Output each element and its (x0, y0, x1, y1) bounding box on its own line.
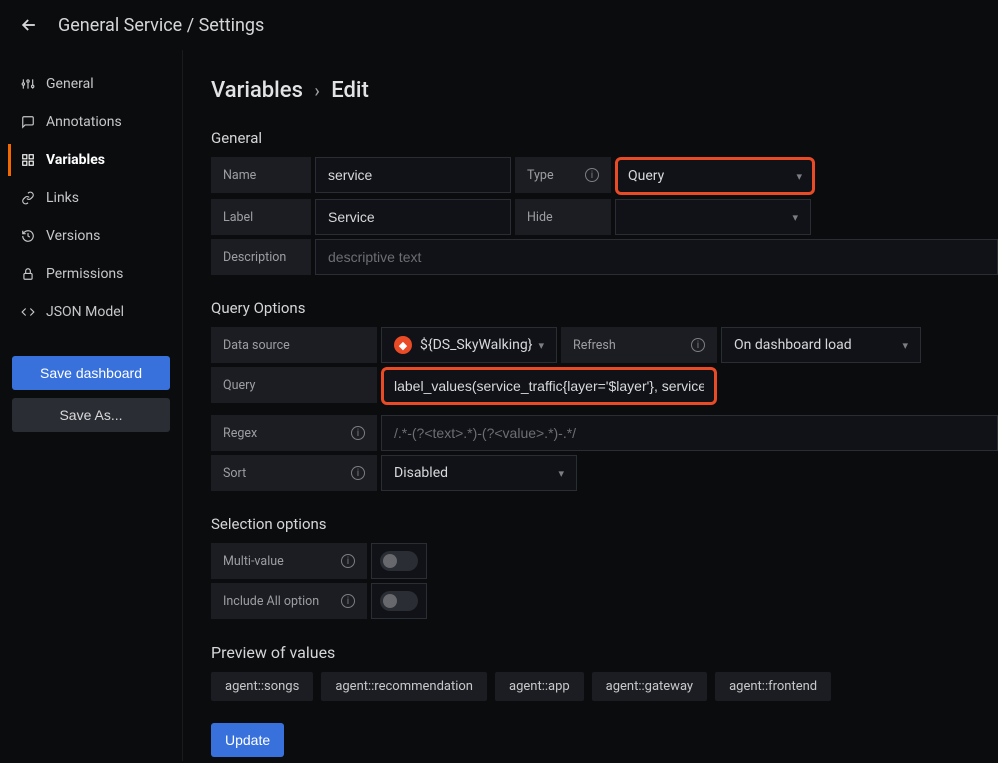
label-label: Label (211, 199, 311, 235)
section-selection-options: Selection options (211, 515, 998, 533)
chevron-down-icon: ▾ (558, 467, 564, 480)
sidebar-item-links[interactable]: Links (8, 182, 174, 214)
info-icon[interactable]: i (691, 338, 705, 352)
sidebar-item-json-model[interactable]: JSON Model (8, 296, 174, 328)
description-input[interactable] (328, 249, 985, 265)
data-source-value: ${DS_SkyWalking} (420, 337, 533, 353)
chevron-down-icon: ▾ (792, 211, 798, 224)
multi-value-toggle-wrap (371, 543, 427, 579)
preview-chips: agent::songs agent::recommendation agent::… (211, 672, 998, 701)
update-button[interactable]: Update (211, 723, 284, 757)
sidebar-item-label: General (46, 76, 94, 92)
save-dashboard-button[interactable]: Save dashboard (12, 356, 170, 390)
back-arrow-icon[interactable] (18, 14, 40, 36)
history-icon (20, 228, 36, 244)
sidebar-item-versions[interactable]: Versions (8, 220, 174, 252)
preview-chip: agent::gateway (592, 672, 707, 701)
sliders-icon (20, 76, 36, 92)
include-all-toggle-wrap (371, 583, 427, 619)
preview-chip: agent::app (495, 672, 584, 701)
sidebar-item-label: Links (46, 190, 79, 206)
hide-label: Hide (515, 199, 611, 235)
multi-value-label: Multi-value i (211, 543, 367, 579)
page-title: Variables › Edit (211, 78, 998, 103)
name-input[interactable] (328, 167, 498, 183)
sidebar-item-permissions[interactable]: Permissions (8, 258, 174, 290)
hide-select[interactable]: ▾ (615, 199, 811, 235)
query-input-wrap (381, 367, 717, 405)
comment-icon (20, 114, 36, 130)
sort-value: Disabled (394, 465, 448, 481)
include-all-label: Include All option i (211, 583, 367, 619)
sort-label: Sort i (211, 455, 377, 491)
preview-chip: agent::songs (211, 672, 313, 701)
query-input[interactable] (394, 378, 704, 394)
section-general: General (211, 129, 998, 147)
name-label: Name (211, 157, 311, 193)
include-all-label-text: Include All option (223, 594, 319, 609)
name-input-wrap (315, 157, 511, 193)
sidebar-item-label: Annotations (46, 114, 122, 130)
multi-value-toggle[interactable] (380, 551, 418, 571)
breadcrumb: General Service / Settings (58, 15, 264, 36)
preview-chip: agent::recommendation (321, 672, 487, 701)
sort-select[interactable]: Disabled ▾ (381, 455, 577, 491)
label-input[interactable] (328, 209, 498, 225)
link-icon (20, 190, 36, 206)
sidebar-item-variables[interactable]: Variables (8, 144, 174, 176)
include-all-toggle[interactable] (380, 591, 418, 611)
sidebar-item-general[interactable]: General (8, 68, 174, 100)
info-icon[interactable]: i (341, 594, 355, 608)
chevron-down-icon: ▾ (796, 170, 802, 183)
refresh-label: Refresh i (561, 327, 717, 363)
info-icon[interactable]: i (351, 466, 365, 480)
section-preview: Preview of values (211, 643, 998, 662)
sidebar-item-label: JSON Model (46, 304, 124, 320)
chevron-down-icon: ▾ (538, 339, 544, 352)
info-icon[interactable]: i (351, 426, 365, 440)
info-icon[interactable]: i (585, 168, 599, 182)
chevron-down-icon: ▾ (902, 339, 908, 352)
main-content: Variables › Edit General Name Type i Que… (183, 50, 998, 761)
datasource-icon: ◆ (394, 336, 412, 354)
multi-value-label-text: Multi-value (223, 554, 284, 569)
sidebar-item-label: Variables (46, 152, 105, 168)
refresh-value: On dashboard load (734, 337, 852, 353)
regex-input-wrap (381, 415, 998, 451)
regex-label: Regex i (211, 415, 377, 451)
sidebar-item-label: Permissions (46, 266, 123, 282)
section-query-options: Query Options (211, 299, 998, 317)
type-label-text: Type (527, 168, 554, 183)
label-input-wrap (315, 199, 511, 235)
type-value: Query (628, 168, 664, 184)
grid-icon (20, 152, 36, 168)
sidebar-item-annotations[interactable]: Annotations (8, 106, 174, 138)
sort-label-text: Sort (223, 466, 246, 481)
refresh-label-text: Refresh (573, 338, 616, 353)
info-icon[interactable]: i (341, 554, 355, 568)
page-title-main: Variables (211, 78, 303, 103)
data-source-select[interactable]: ◆ ${DS_SkyWalking} ▾ (381, 327, 557, 363)
type-select[interactable]: Query ▾ (615, 157, 815, 195)
lock-icon (20, 266, 36, 282)
page-title-sub: Edit (331, 78, 369, 103)
type-label: Type i (515, 157, 611, 193)
regex-input[interactable] (394, 425, 985, 441)
regex-label-text: Regex (223, 426, 257, 441)
code-icon (20, 304, 36, 320)
data-source-label: Data source (211, 327, 377, 363)
settings-sidebar: General Annotations Variables Links Vers… (0, 50, 183, 761)
refresh-select[interactable]: On dashboard load ▾ (721, 327, 921, 363)
sidebar-item-label: Versions (46, 228, 100, 244)
page-title-sep: › (314, 81, 319, 102)
preview-chip: agent::frontend (715, 672, 831, 701)
save-as-button[interactable]: Save As... (12, 398, 170, 432)
description-label: Description (211, 239, 311, 275)
description-input-wrap (315, 239, 998, 275)
query-label: Query (211, 367, 377, 403)
